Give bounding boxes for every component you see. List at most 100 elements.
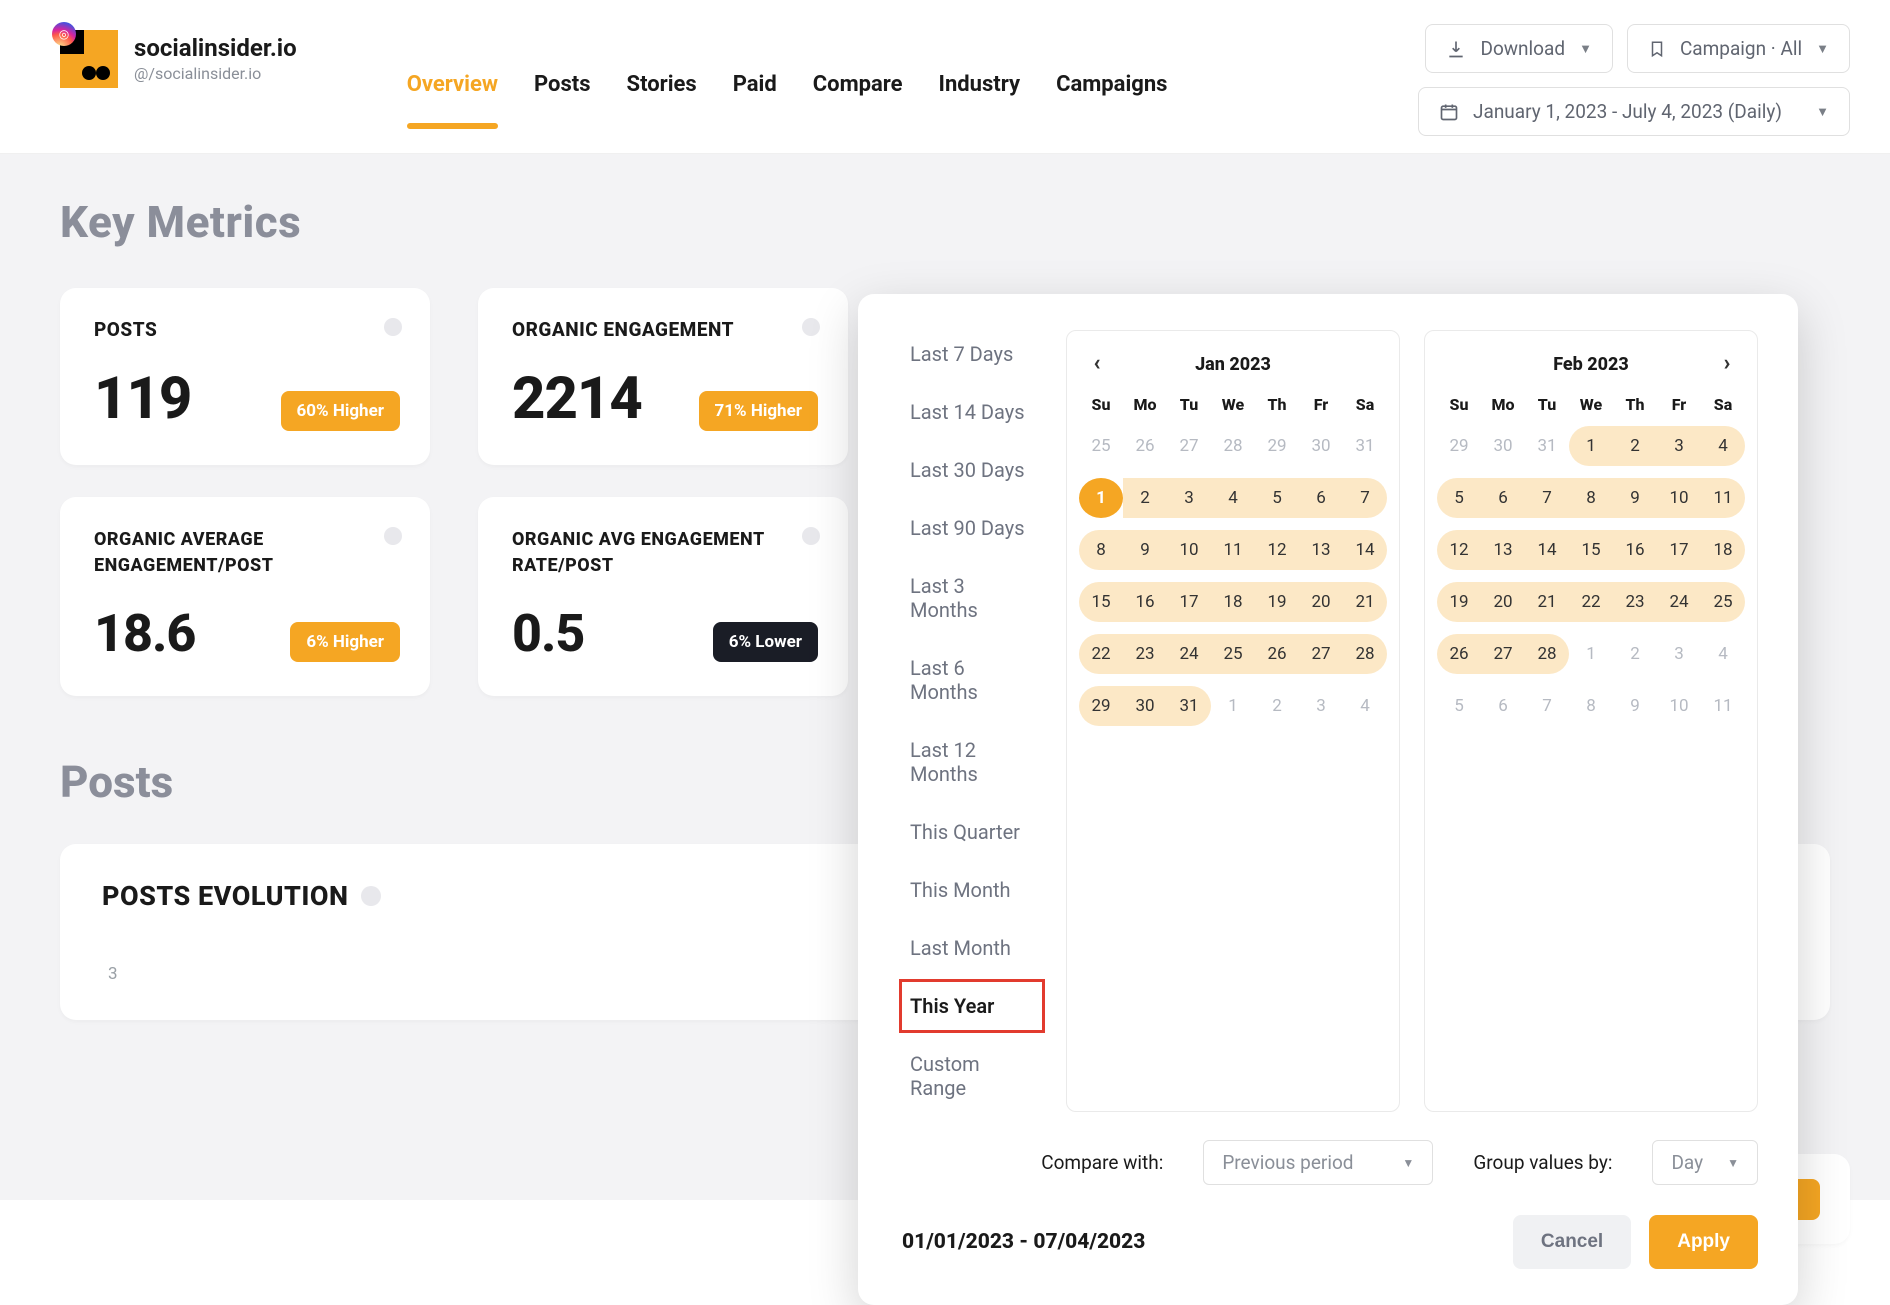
date-preset[interactable]: This Month bbox=[902, 866, 1042, 914]
date-preset[interactable]: Last Month bbox=[902, 924, 1042, 972]
calendar-day[interactable]: 30 bbox=[1299, 426, 1343, 466]
tab-industry[interactable]: Industry bbox=[939, 72, 1021, 127]
date-preset[interactable]: Last 3 Months bbox=[902, 562, 1042, 634]
info-icon[interactable] bbox=[802, 527, 820, 545]
calendar-day[interactable]: 29 bbox=[1255, 426, 1299, 466]
calendar-day[interactable]: 10 bbox=[1167, 530, 1211, 570]
calendar-day[interactable]: 8 bbox=[1569, 686, 1613, 726]
calendar-day[interactable]: 24 bbox=[1167, 634, 1211, 674]
calendar-day[interactable]: 9 bbox=[1613, 686, 1657, 726]
calendar-day[interactable]: 5 bbox=[1437, 686, 1481, 726]
calendar-day[interactable]: 8 bbox=[1569, 478, 1613, 518]
info-icon[interactable] bbox=[361, 886, 381, 906]
date-preset[interactable]: This Year bbox=[902, 982, 1042, 1030]
calendar-day[interactable]: 25 bbox=[1211, 634, 1255, 674]
date-preset[interactable]: Last 12 Months bbox=[902, 726, 1042, 798]
calendar-day[interactable]: 17 bbox=[1657, 530, 1701, 570]
cancel-button[interactable]: Cancel bbox=[1513, 1215, 1631, 1269]
calendar-day[interactable]: 14 bbox=[1343, 530, 1387, 570]
calendar-day[interactable]: 24 bbox=[1657, 582, 1701, 622]
calendar-day[interactable]: 23 bbox=[1613, 582, 1657, 622]
date-preset[interactable]: Last 14 Days bbox=[902, 388, 1042, 436]
calendar-day[interactable]: 30 bbox=[1481, 426, 1525, 466]
calendar-day[interactable]: 30 bbox=[1123, 686, 1167, 726]
calendar-day[interactable]: 4 bbox=[1211, 478, 1255, 518]
calendar-day[interactable]: 4 bbox=[1701, 426, 1745, 466]
date-preset[interactable]: This Quarter bbox=[902, 808, 1042, 856]
tab-posts[interactable]: Posts bbox=[534, 72, 591, 127]
calendar-day[interactable]: 6 bbox=[1299, 478, 1343, 518]
tab-stories[interactable]: Stories bbox=[627, 72, 697, 127]
calendar-day[interactable]: 16 bbox=[1123, 582, 1167, 622]
calendar-day[interactable]: 7 bbox=[1343, 478, 1387, 518]
calendar-day[interactable]: 31 bbox=[1167, 686, 1211, 726]
calendar-day[interactable]: 22 bbox=[1569, 582, 1613, 622]
calendar-day[interactable]: 15 bbox=[1569, 530, 1613, 570]
calendar-day[interactable]: 2 bbox=[1123, 478, 1167, 518]
calendar-day[interactable]: 20 bbox=[1481, 582, 1525, 622]
date-preset[interactable]: Last 6 Months bbox=[902, 644, 1042, 716]
tab-overview[interactable]: Overview bbox=[407, 72, 498, 127]
campaign-filter[interactable]: Campaign · All ▼ bbox=[1627, 24, 1850, 73]
calendar-day[interactable]: 7 bbox=[1525, 478, 1569, 518]
info-icon[interactable] bbox=[384, 527, 402, 545]
calendar-day[interactable]: 11 bbox=[1701, 686, 1745, 726]
calendar-day[interactable]: 2 bbox=[1613, 426, 1657, 466]
calendar-day[interactable]: 31 bbox=[1525, 426, 1569, 466]
calendar-day[interactable]: 28 bbox=[1343, 634, 1387, 674]
calendar-day[interactable]: 22 bbox=[1079, 634, 1123, 674]
calendar-day[interactable]: 28 bbox=[1525, 634, 1569, 674]
calendar-day[interactable]: 12 bbox=[1437, 530, 1481, 570]
calendar-day[interactable]: 31 bbox=[1343, 426, 1387, 466]
calendar-day[interactable]: 10 bbox=[1657, 686, 1701, 726]
calendar-day[interactable]: 1 bbox=[1079, 478, 1123, 518]
download-button[interactable]: Download ▼ bbox=[1425, 24, 1612, 73]
calendar-day[interactable]: 3 bbox=[1657, 426, 1701, 466]
calendar-day[interactable]: 1 bbox=[1569, 426, 1613, 466]
calendar-day[interactable]: 26 bbox=[1123, 426, 1167, 466]
calendar-day[interactable]: 2 bbox=[1613, 634, 1657, 674]
calendar-day[interactable]: 5 bbox=[1437, 478, 1481, 518]
calendar-day[interactable]: 6 bbox=[1481, 478, 1525, 518]
calendar-day[interactable]: 9 bbox=[1123, 530, 1167, 570]
calendar-day[interactable]: 2 bbox=[1255, 686, 1299, 726]
calendar-day[interactable]: 7 bbox=[1525, 686, 1569, 726]
calendar-next-icon[interactable]: › bbox=[1713, 349, 1741, 377]
tab-paid[interactable]: Paid bbox=[733, 72, 777, 127]
calendar-day[interactable]: 11 bbox=[1701, 478, 1745, 518]
calendar-day[interactable]: 18 bbox=[1701, 530, 1745, 570]
tab-campaigns[interactable]: Campaigns bbox=[1056, 72, 1167, 127]
calendar-day[interactable]: 19 bbox=[1437, 582, 1481, 622]
calendar-day[interactable]: 18 bbox=[1211, 582, 1255, 622]
date-preset[interactable]: Last 30 Days bbox=[902, 446, 1042, 494]
calendar-day[interactable]: 19 bbox=[1255, 582, 1299, 622]
date-preset[interactable]: Last 7 Days bbox=[902, 330, 1042, 378]
calendar-day[interactable]: 20 bbox=[1299, 582, 1343, 622]
calendar-day[interactable]: 4 bbox=[1343, 686, 1387, 726]
calendar-day[interactable]: 16 bbox=[1613, 530, 1657, 570]
calendar-day[interactable]: 9 bbox=[1613, 478, 1657, 518]
calendar-day[interactable]: 11 bbox=[1211, 530, 1255, 570]
calendar-day[interactable]: 14 bbox=[1525, 530, 1569, 570]
calendar-day[interactable]: 21 bbox=[1525, 582, 1569, 622]
info-icon[interactable] bbox=[384, 318, 402, 336]
calendar-day[interactable]: 3 bbox=[1657, 634, 1701, 674]
calendar-day[interactable]: 27 bbox=[1167, 426, 1211, 466]
date-preset[interactable]: Last 90 Days bbox=[902, 504, 1042, 552]
calendar-day[interactable]: 5 bbox=[1255, 478, 1299, 518]
tab-compare[interactable]: Compare bbox=[813, 72, 903, 127]
group-select[interactable]: Day ▼ bbox=[1652, 1140, 1758, 1185]
compare-select[interactable]: Previous period ▼ bbox=[1203, 1140, 1433, 1185]
calendar-day[interactable]: 21 bbox=[1343, 582, 1387, 622]
calendar-day[interactable]: 25 bbox=[1701, 582, 1745, 622]
calendar-day[interactable]: 10 bbox=[1657, 478, 1701, 518]
calendar-day[interactable]: 29 bbox=[1079, 686, 1123, 726]
calendar-day[interactable]: 29 bbox=[1437, 426, 1481, 466]
calendar-day[interactable]: 23 bbox=[1123, 634, 1167, 674]
calendar-day[interactable]: 17 bbox=[1167, 582, 1211, 622]
calendar-day[interactable]: 1 bbox=[1211, 686, 1255, 726]
calendar-prev-icon[interactable]: ‹ bbox=[1083, 349, 1111, 377]
calendar-day[interactable]: 27 bbox=[1481, 634, 1525, 674]
calendar-day[interactable]: 26 bbox=[1255, 634, 1299, 674]
calendar-day[interactable]: 12 bbox=[1255, 530, 1299, 570]
